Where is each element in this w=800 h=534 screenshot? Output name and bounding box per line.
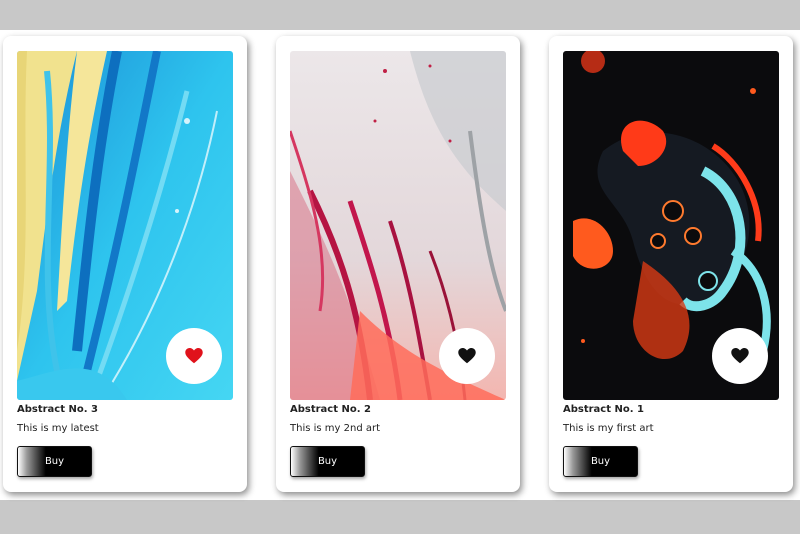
buy-button[interactable]: Buy xyxy=(290,446,365,477)
art-title: Abstract No. 2 xyxy=(290,404,371,415)
art-title: Abstract No. 1 xyxy=(563,404,644,415)
art-description: This is my 2nd art xyxy=(290,423,381,434)
like-button[interactable] xyxy=(712,328,768,384)
buy-button[interactable]: Buy xyxy=(563,446,638,477)
heart-icon xyxy=(185,348,203,364)
heart-icon xyxy=(458,348,476,364)
like-button[interactable] xyxy=(166,328,222,384)
heart-icon xyxy=(731,348,749,364)
art-title: Abstract No. 3 xyxy=(17,404,98,415)
art-description: This is my first art xyxy=(563,423,654,434)
buy-button[interactable]: Buy xyxy=(17,446,92,477)
art-description: This is my latest xyxy=(17,423,99,434)
gallery: Abstract No. 3 This is my latest Buy Abs… xyxy=(0,30,800,500)
art-card: Abstract No. 3 This is my latest Buy xyxy=(3,36,247,492)
art-card: Abstract No. 1 This is my first art Buy xyxy=(549,36,793,492)
art-card: Abstract No. 2 This is my 2nd art Buy xyxy=(276,36,520,492)
like-button[interactable] xyxy=(439,328,495,384)
